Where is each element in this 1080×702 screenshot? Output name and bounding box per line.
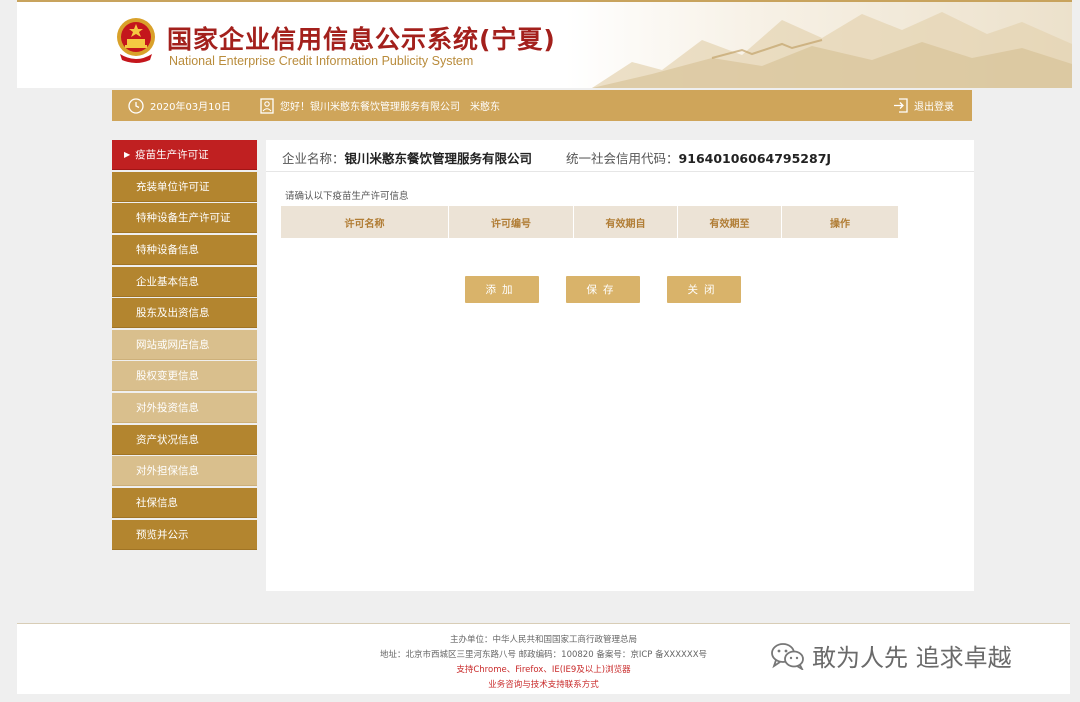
- sidebar-nav: ▶ 疫苗生产许可证 充装单位许可证 特种设备生产许可证 特种设备信息 企业基本信…: [112, 140, 257, 551]
- clock-icon: [128, 97, 144, 114]
- company-info-row: 企业名称：银川米憨东餐饮管理服务有限公司 统一社会信用代码：91640106064…: [282, 148, 831, 167]
- wechat-icon: [771, 642, 804, 670]
- sidebar-item-label: 企业基本信息: [136, 275, 199, 288]
- logout-button[interactable]: 退出登录: [893, 90, 954, 121]
- sidebar-item-assets[interactable]: 资产状况信息: [112, 424, 257, 455]
- sidebar-item-label: 充装单位许可证: [136, 180, 210, 193]
- sidebar-item-equity-change[interactable]: 股权变更信息: [112, 361, 257, 392]
- credit-code-label: 统一社会信用代码：: [566, 151, 679, 166]
- save-button[interactable]: 保存: [566, 276, 640, 303]
- column-header-actions: 操作: [830, 218, 850, 230]
- great-wall-banner-image: [592, 12, 1072, 88]
- top-info-bar: 2020年03月10日 您好！银川米憨东餐饮管理服务有限公司 米憨东 退出登录: [112, 90, 972, 121]
- sidebar-item-label: 股东及出资信息: [136, 307, 210, 320]
- sidebar-item-social-security[interactable]: 社保信息: [112, 488, 257, 519]
- credit-code: 91640106064795287J: [678, 151, 832, 166]
- wechat-watermark: 敢为人先 追求卓越: [770, 638, 1012, 673]
- license-table-header: 许可名称 许可编号 有效期自 有效期至 操作: [281, 206, 898, 238]
- sidebar-item-label: 社保信息: [136, 497, 178, 510]
- logout-icon: [894, 98, 908, 113]
- user-card-icon: [260, 97, 274, 114]
- sidebar-item-preview-publish[interactable]: 预览并公示: [112, 519, 257, 550]
- sidebar-item-filling-license[interactable]: 充装单位许可证: [112, 171, 257, 202]
- site-title: 国家企业信用信息公示系统(宁夏): [167, 25, 556, 54]
- add-button[interactable]: 添加: [465, 276, 539, 303]
- sidebar-item-special-equipment-info[interactable]: 特种设备信息: [112, 234, 257, 265]
- sidebar-item-label: 疫苗生产许可证: [135, 149, 209, 161]
- sidebar-item-label: 网站或网店信息: [136, 338, 210, 351]
- logout-label: 退出登录: [914, 102, 954, 113]
- confirm-hint: 请确认以下疫苗生产许可信息: [285, 191, 409, 202]
- sidebar-item-website[interactable]: 网站或网店信息: [112, 329, 257, 360]
- current-date: 2020年03月10日: [150, 102, 231, 113]
- close-button[interactable]: 关闭: [667, 276, 741, 303]
- column-header-valid-to: 有效期至: [678, 206, 782, 238]
- company-name-label: 企业名称：: [282, 151, 345, 166]
- site-subtitle: National Enterprise Credit Information P…: [169, 54, 474, 68]
- sidebar-item-label: 对外投资信息: [136, 402, 199, 415]
- sidebar-item-label: 对外担保信息: [136, 465, 199, 478]
- divider: [266, 171, 974, 172]
- main-panel: 企业名称：银川米憨东餐饮管理服务有限公司 统一社会信用代码：91640106064…: [266, 140, 974, 591]
- sidebar-item-label: 特种设备信息: [136, 243, 199, 256]
- watermark-text: 敢为人先 追求卓越: [812, 644, 1012, 672]
- date-display: 2020年03月10日: [128, 90, 231, 121]
- site-header: 国家企业信用信息公示系统(宁夏) National Enterprise Cre…: [17, 0, 1072, 88]
- greeting-text: 您好！银川米憨东餐饮管理服务有限公司 米憨东: [280, 102, 500, 113]
- company-name: 银川米憨东餐饮管理服务有限公司: [344, 151, 533, 166]
- column-header-license-name: 许可名称: [281, 206, 449, 238]
- footer-contact-link[interactable]: 业务咨询与技术支持联系方式: [17, 678, 1070, 690]
- sidebar-item-label: 预览并公示: [136, 528, 189, 541]
- sidebar-item-special-equipment-license[interactable]: 特种设备生产许可证: [112, 203, 257, 234]
- sidebar-item-label: 股权变更信息: [136, 370, 199, 383]
- national-emblem-icon: [117, 18, 155, 63]
- sidebar-item-label: 特种设备生产许可证: [136, 212, 231, 225]
- triangle-right-icon: ▶: [124, 150, 131, 159]
- sidebar-item-investment[interactable]: 对外投资信息: [112, 393, 257, 424]
- sidebar-item-label: 资产状况信息: [136, 433, 199, 446]
- user-greeting: 您好！银川米憨东餐饮管理服务有限公司 米憨东: [260, 90, 500, 121]
- sidebar-item-shareholders[interactable]: 股东及出资信息: [112, 298, 257, 329]
- sidebar-item-guarantee[interactable]: 对外担保信息: [112, 456, 257, 487]
- column-header-license-number: 许可编号: [449, 206, 574, 238]
- column-header-valid-from: 有效期自: [574, 206, 678, 238]
- sidebar-item-vaccine-license[interactable]: ▶ 疫苗生产许可证: [112, 140, 257, 170]
- sidebar-item-basic-info[interactable]: 企业基本信息: [112, 266, 257, 297]
